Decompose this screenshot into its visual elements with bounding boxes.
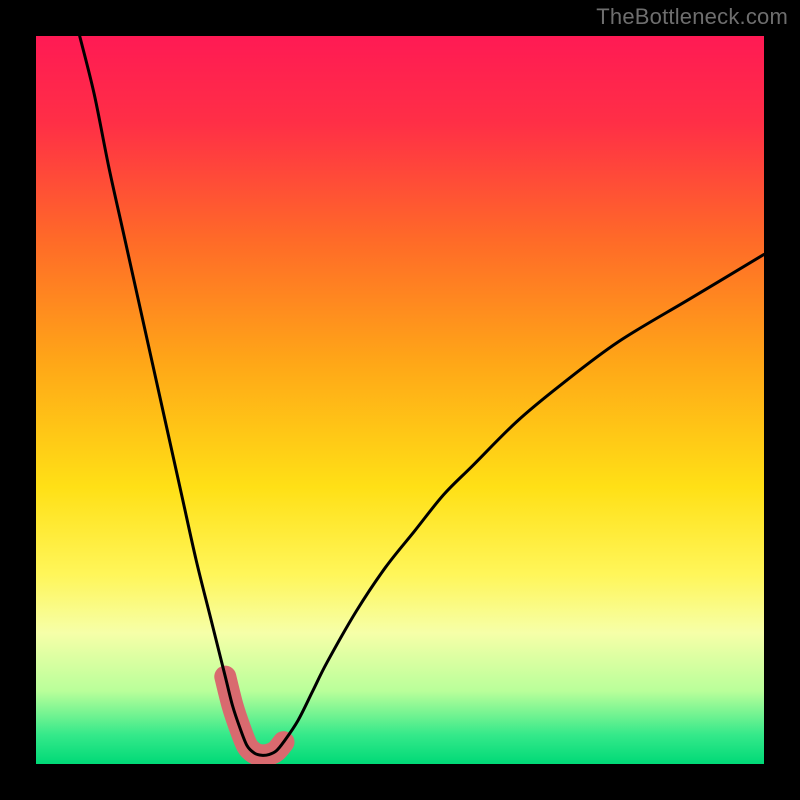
watermark-text: TheBottleneck.com — [596, 4, 788, 30]
plot-background — [36, 36, 764, 764]
bottleneck-chart — [0, 0, 800, 800]
chart-stage: TheBottleneck.com — [0, 0, 800, 800]
